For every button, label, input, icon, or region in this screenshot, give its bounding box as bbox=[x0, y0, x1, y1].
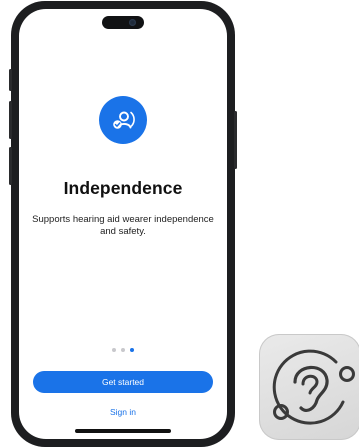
app-icon-tile[interactable] bbox=[259, 334, 359, 440]
pagination-dot[interactable] bbox=[121, 348, 125, 352]
phone-screen: Independence Supports hearing aid wearer… bbox=[19, 9, 227, 439]
volume-up-button bbox=[9, 101, 12, 139]
sign-in-link[interactable]: Sign in bbox=[19, 407, 227, 417]
pagination-dot-active[interactable] bbox=[130, 348, 134, 352]
get-started-button[interactable]: Get started bbox=[33, 371, 213, 393]
volume-down-button bbox=[9, 147, 12, 185]
phone-frame: Independence Supports hearing aid wearer… bbox=[9, 1, 237, 447]
pagination-dot[interactable] bbox=[112, 348, 116, 352]
ear-orbit-icon bbox=[272, 349, 355, 425]
front-camera bbox=[129, 19, 136, 26]
canvas: Independence Supports hearing aid wearer… bbox=[0, 0, 359, 448]
person-check-icon bbox=[99, 96, 147, 144]
home-indicator[interactable] bbox=[75, 429, 171, 433]
dynamic-island bbox=[102, 16, 144, 29]
page-subtitle: Supports hearing aid wearer independence… bbox=[32, 214, 214, 237]
power-button bbox=[234, 111, 237, 169]
pagination-dots bbox=[19, 348, 227, 352]
mute-switch bbox=[9, 69, 12, 91]
page-title: Independence bbox=[63, 178, 183, 198]
